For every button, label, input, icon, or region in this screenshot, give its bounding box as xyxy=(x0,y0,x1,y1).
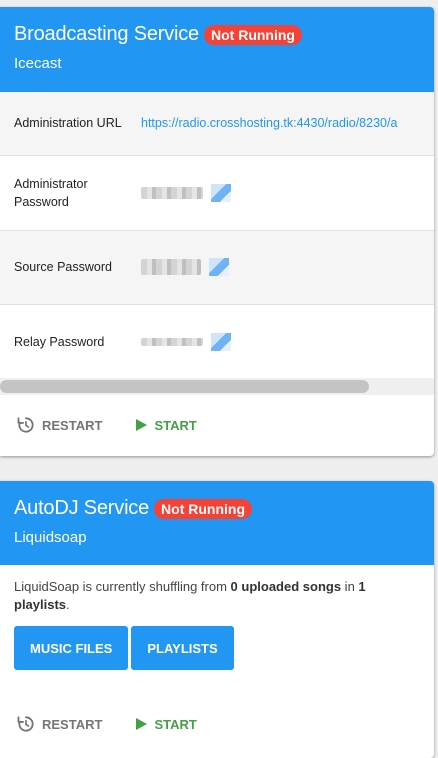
table-row: Administrator Password xyxy=(0,155,434,230)
redacted-text xyxy=(141,259,201,275)
horizontal-scrollbar[interactable] xyxy=(0,378,434,395)
start-button[interactable]: START xyxy=(134,716,197,732)
broadcasting-title: Broadcasting Service xyxy=(14,23,199,45)
table-row: Source Password xyxy=(0,230,434,304)
redacted-icon xyxy=(211,332,231,351)
table-row: Administration URL https://radio.crossho… xyxy=(0,92,434,155)
autodj-button-row: MUSIC FILES PLAYLISTS xyxy=(0,614,434,670)
playlists-button[interactable]: PLAYLISTS xyxy=(131,626,234,670)
admin-password-label: Administrator Password xyxy=(14,176,88,209)
broadcasting-actions: RESTART START xyxy=(0,415,197,435)
restart-label: RESTART xyxy=(42,417,103,433)
autodj-description: LiquidSoap is currently shuffling from 0… xyxy=(14,579,366,612)
start-button[interactable]: START xyxy=(134,417,197,433)
redacted-icon xyxy=(211,183,231,202)
table-row: Relay Password xyxy=(0,304,434,379)
start-label: START xyxy=(154,417,197,433)
autodj-service-card: AutoDJ Service Not Running Liquidsoap Li… xyxy=(0,481,434,758)
redacted-text xyxy=(141,337,203,346)
restart-button[interactable]: RESTART xyxy=(16,415,102,435)
restart-clock-icon xyxy=(17,417,34,433)
autodj-actions: RESTART START xyxy=(0,714,197,734)
restart-clock-icon xyxy=(17,716,34,732)
broadcasting-info-table: Administration URL https://radio.crossho… xyxy=(0,92,434,380)
playlists-count: 1 xyxy=(358,579,366,594)
start-label: START xyxy=(154,716,197,732)
autodj-title: AutoDJ Service xyxy=(14,497,150,519)
status-badge: Not Running xyxy=(204,24,302,45)
source-password-value xyxy=(141,230,434,304)
admin-password-value xyxy=(141,155,434,230)
restart-label: RESTART xyxy=(42,716,103,732)
admin-url-link[interactable]: https://radio.crosshosting.tk:4430/radio… xyxy=(141,92,434,155)
source-password-label: Source Password xyxy=(14,260,112,274)
status-badge: Not Running xyxy=(154,498,253,519)
autodj-subtitle: Liquidsoap xyxy=(14,529,87,546)
scrollbar-thumb[interactable] xyxy=(0,380,369,393)
autodj-card-header: AutoDJ Service Not Running Liquidsoap xyxy=(0,481,434,565)
relay-password-label: Relay Password xyxy=(14,334,105,349)
playlists-word: playlists xyxy=(14,597,67,612)
redacted-icon xyxy=(209,258,229,276)
admin-url-label: Administration URL xyxy=(14,116,122,131)
play-triangle-icon xyxy=(136,718,148,730)
broadcasting-service-card: Broadcasting Service Not Running Icecast… xyxy=(0,7,434,456)
relay-password-value xyxy=(141,304,434,379)
restart-button[interactable]: RESTART xyxy=(16,714,102,734)
play-triangle-icon xyxy=(136,419,148,431)
broadcasting-card-header: Broadcasting Service Not Running Icecast xyxy=(0,7,434,92)
music-files-button[interactable]: MUSIC FILES xyxy=(14,626,129,670)
broadcasting-subtitle: Icecast xyxy=(14,55,62,72)
redacted-text xyxy=(141,186,203,199)
uploaded-songs-count: 0 uploaded songs xyxy=(230,579,342,594)
